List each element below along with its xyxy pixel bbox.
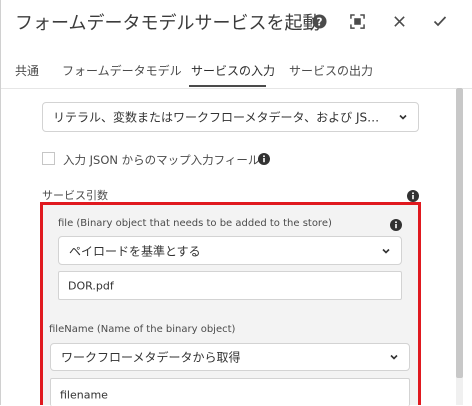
service-args-heading: サービス引数 bbox=[42, 189, 108, 202]
map-input-checkbox[interactable] bbox=[42, 152, 55, 165]
dialog-header: フォームデータモデルサービスを起動 ? bbox=[1, 0, 472, 45]
active-tab-indicator bbox=[189, 85, 266, 87]
input-mode-selected-value: リテラル、変数またはワークフローメタデータ、および JSON ファイル... bbox=[53, 110, 383, 125]
dialog: フォームデータモデルサービスを起動 ? 共通 フォームデータモデル サービスの入… bbox=[0, 0, 472, 406]
tab-service-input[interactable]: サービスの入力 bbox=[191, 62, 275, 79]
fullscreen-icon[interactable] bbox=[346, 10, 368, 32]
tab-form-data-model[interactable]: フォームデータモデル bbox=[62, 62, 182, 79]
svg-text:?: ? bbox=[316, 16, 322, 28]
chevron-down-icon bbox=[399, 114, 407, 120]
scrollbar-thumb[interactable] bbox=[456, 88, 463, 378]
dialog-title: フォームデータモデルサービスを起動 bbox=[15, 13, 321, 34]
check-icon[interactable] bbox=[429, 10, 451, 32]
close-icon[interactable] bbox=[388, 10, 410, 32]
map-input-checkbox-label: 入力 JSON からのマップ入力フィールド bbox=[63, 153, 271, 167]
info-icon[interactable] bbox=[258, 153, 270, 165]
info-icon[interactable] bbox=[407, 190, 419, 202]
help-icon[interactable]: ? bbox=[308, 10, 330, 32]
tab-service-output[interactable]: サービスの出力 bbox=[289, 62, 373, 79]
tab-common[interactable]: 共通 bbox=[15, 62, 39, 79]
highlight-box bbox=[40, 202, 421, 405]
tab-bar: 共通 フォームデータモデル サービスの入力 サービスの出力 bbox=[1, 44, 472, 89]
input-mode-select[interactable]: リテラル、変数またはワークフローメタデータ、および JSON ファイル... bbox=[42, 102, 419, 132]
